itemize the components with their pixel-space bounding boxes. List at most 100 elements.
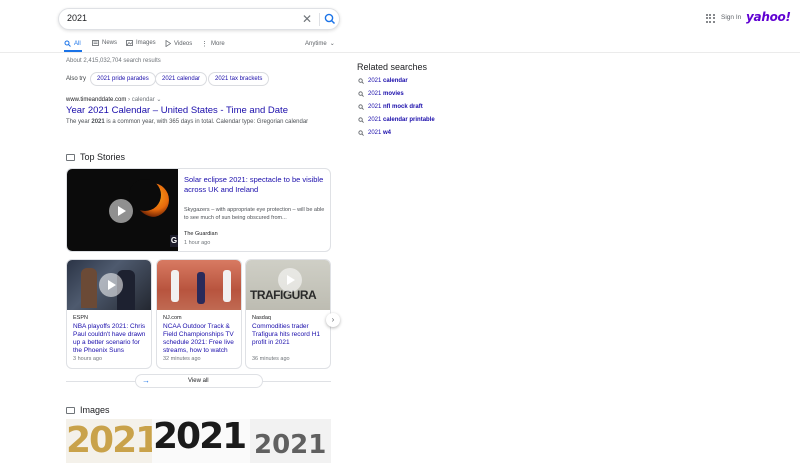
moon-shadow xyxy=(129,179,161,211)
player-figure xyxy=(81,268,97,308)
story-time: 36 minutes ago xyxy=(252,356,290,362)
related-prefix: 2021 xyxy=(368,117,384,123)
story-card[interactable]: ESPN NBA playoffs 2021: Chris Paul could… xyxy=(66,259,152,369)
related-bold: nfl mock draft xyxy=(383,104,423,110)
story-thumbnail xyxy=(67,260,151,310)
tab-label: More xyxy=(211,41,225,47)
image-result[interactable]: 2021 xyxy=(152,419,250,463)
tab-more[interactable]: ⋮ More xyxy=(201,40,225,48)
image-icon xyxy=(66,407,75,414)
also-try-chip[interactable]: 2021 calendar xyxy=(155,72,208,86)
search-box[interactable]: 2021 ✕ xyxy=(58,8,340,30)
news-icon xyxy=(92,40,99,46)
tab-images[interactable]: Images xyxy=(126,40,156,46)
related-bold: w4 xyxy=(383,130,392,136)
tab-news[interactable]: News xyxy=(92,40,117,46)
story-time: 1 hour ago xyxy=(184,240,211,246)
guardian-logo-icon: G xyxy=(170,235,178,247)
sign-in-link[interactable]: Sign In xyxy=(721,14,741,21)
arrow-right-icon: → xyxy=(142,376,150,385)
apps-grid-icon[interactable] xyxy=(706,14,715,23)
chevron-down-icon: ⌄ xyxy=(329,41,335,47)
view-all-button[interactable]: → View all xyxy=(135,374,263,388)
search-icon xyxy=(358,91,364,97)
snippet-text: The year xyxy=(66,119,92,125)
filter-label: Anytime xyxy=(305,40,327,47)
top-stories-heading: Top Stories xyxy=(80,152,126,162)
search-icon xyxy=(64,40,71,47)
clear-icon[interactable]: ✕ xyxy=(302,11,312,27)
related-search-item[interactable]: 2021 movies xyxy=(358,91,404,97)
news-icon xyxy=(66,154,75,161)
result-url: www.timeanddate.com › calendar ⌄ xyxy=(66,96,161,103)
tab-videos[interactable]: Videos xyxy=(165,40,192,47)
related-prefix: 2021 xyxy=(368,104,384,110)
related-search-item[interactable]: 2021 w4 xyxy=(358,130,391,136)
runner-figure xyxy=(223,270,231,302)
featured-story-card[interactable]: G Solar eclipse 2021: spectacle to be vi… xyxy=(66,168,331,252)
tab-all[interactable]: All xyxy=(64,40,81,47)
carousel-next-button[interactable]: › xyxy=(326,313,340,327)
result-title-link[interactable]: Year 2021 Calendar – United States - Tim… xyxy=(66,105,288,116)
tab-label: All xyxy=(74,40,81,47)
image-result[interactable]: 2021 xyxy=(66,419,152,463)
play-icon[interactable] xyxy=(99,273,123,297)
related-search-item[interactable]: 2021 calendar printable xyxy=(358,117,435,123)
story-thumbnail xyxy=(157,260,241,310)
image-icon xyxy=(126,40,133,46)
search-icon xyxy=(358,117,364,123)
more-icon: ⋮ xyxy=(201,41,208,48)
story-card[interactable]: NJ.com NCAA Outdoor Track & Field Champi… xyxy=(156,259,242,369)
result-path: › calendar xyxy=(126,97,155,103)
runner-figure xyxy=(197,272,205,304)
story-title-link[interactable]: Solar eclipse 2021: spectacle to be visi… xyxy=(184,175,326,195)
related-search-item[interactable]: 2021 nfl mock draft xyxy=(358,104,423,110)
related-prefix: 2021 xyxy=(368,78,384,84)
result-stats: About 2,415,032,704 search results xyxy=(66,58,161,64)
story-card[interactable]: TRAFIGURA Nasdaq Commodities trader Traf… xyxy=(245,259,331,369)
search-input[interactable]: 2021 xyxy=(67,13,87,23)
snippet-bold: 2021 xyxy=(91,119,105,125)
story-time: 32 minutes ago xyxy=(163,356,201,362)
story-title-link[interactable]: NCAA Outdoor Track & Field Championships… xyxy=(163,323,239,355)
story-source: The Guardian xyxy=(184,231,218,237)
story-source: NJ.com xyxy=(163,315,182,321)
result-domain: www.timeanddate.com xyxy=(66,97,127,103)
result-snippet: The year 2021 is a common year, with 365… xyxy=(66,119,308,125)
related-search-item[interactable]: 2021 calendar xyxy=(358,78,408,84)
image-text: 2021 xyxy=(254,430,327,460)
story-time: 3 hours ago xyxy=(73,356,103,362)
view-all-label: View all xyxy=(188,378,209,384)
chevron-down-icon[interactable]: ⌄ xyxy=(156,97,161,103)
also-try-label: Also try xyxy=(66,76,87,82)
search-icon[interactable] xyxy=(323,12,337,26)
story-source: ESPN xyxy=(73,315,88,321)
video-icon xyxy=(165,40,171,47)
story-title-link[interactable]: Commodities trader Trafigura hits record… xyxy=(252,323,328,347)
images-heading: Images xyxy=(80,405,110,415)
story-title-link[interactable]: NBA playoffs 2021: Chris Paul couldn't h… xyxy=(73,323,149,355)
yahoo-logo[interactable]: yahoo! xyxy=(746,10,791,24)
story-thumbnail: G xyxy=(67,169,178,251)
tab-label: Images xyxy=(136,40,156,46)
image-text: 2021 xyxy=(66,420,152,461)
search-icon xyxy=(358,130,364,136)
related-bold: calendar xyxy=(383,78,408,84)
related-searches-heading: Related searches xyxy=(357,62,428,72)
related-bold: movies xyxy=(383,91,404,97)
also-try-chip[interactable]: 2021 tax brackets xyxy=(208,72,270,86)
divider xyxy=(319,13,320,26)
tab-label: News xyxy=(102,40,118,46)
image-text: 2021 xyxy=(153,419,247,457)
tab-label: Videos xyxy=(174,40,193,47)
search-icon xyxy=(358,78,364,84)
time-filter-dropdown[interactable]: Anytime ⌄ xyxy=(305,40,335,48)
related-prefix: 2021 xyxy=(368,91,384,97)
play-icon[interactable] xyxy=(109,199,133,223)
play-icon[interactable] xyxy=(278,268,302,292)
story-thumbnail: TRAFIGURA xyxy=(246,260,330,310)
image-result[interactable]: 2021 xyxy=(250,419,331,463)
header-divider xyxy=(0,52,800,53)
also-try-chip[interactable]: 2021 pride parades xyxy=(90,72,156,86)
story-source: Nasdaq xyxy=(252,315,271,321)
